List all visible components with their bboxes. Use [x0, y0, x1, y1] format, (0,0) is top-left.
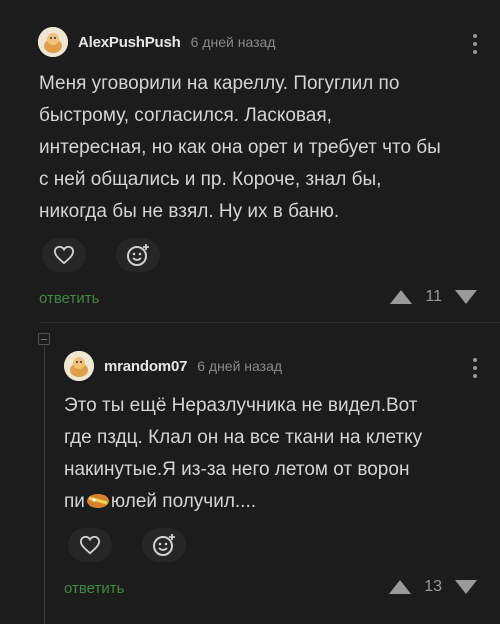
avatar-image — [38, 27, 68, 57]
avatar[interactable] — [38, 27, 68, 57]
add-emoji-button[interactable] — [142, 528, 186, 562]
text-fragment: пи — [64, 491, 85, 512]
comment-header: AlexPushPush 6 дней назад — [38, 27, 275, 57]
timestamp[interactable]: 6 дней назад — [197, 358, 282, 374]
reply-link[interactable]: ответить — [39, 290, 99, 307]
upvote-arrow-icon[interactable] — [389, 289, 413, 305]
downvote-arrow-icon[interactable] — [454, 579, 478, 595]
comment-text: Это ты ещё Неразлучника не видел.Вот где… — [64, 390, 422, 518]
vote-controls: 13 — [388, 578, 478, 596]
heart-icon — [53, 245, 75, 265]
comment-actions — [68, 528, 186, 562]
username[interactable]: AlexPushPush — [78, 34, 181, 51]
comment-text-line: никогда бы не взял. Ну их в баню. — [39, 201, 340, 222]
downvote-arrow-icon[interactable] — [454, 289, 478, 305]
more-vertical-icon[interactable] — [472, 34, 478, 54]
comment-text-line: Это ты ещё Неразлучника не видел.Вот — [64, 395, 418, 416]
comment-text-line: накинутые.Я из-за него летом от ворон — [64, 459, 410, 480]
add-emoji-icon — [153, 534, 175, 556]
comment-text-line: где пздц. Клал он на все ткани на клетку — [64, 427, 423, 448]
add-emoji-icon — [127, 244, 149, 266]
censor-sticker-icon — [86, 494, 109, 508]
divider — [40, 322, 500, 323]
avatar-image — [64, 351, 94, 381]
text-fragment: юлей получил.... — [110, 491, 257, 512]
timestamp[interactable]: 6 дней назад — [191, 34, 276, 50]
avatar[interactable] — [64, 351, 94, 381]
more-vertical-icon[interactable] — [472, 358, 478, 378]
comment-text-line: с ней общались и пр. Короче, знал бы, — [39, 169, 382, 190]
comment-text-line: интересная, но как она орет и требует чт… — [39, 137, 441, 158]
comment-text-line: Меня уговорили на кареллу. Погуглил по — [39, 73, 400, 94]
comment-actions — [42, 238, 160, 272]
like-button[interactable] — [42, 238, 86, 272]
username[interactable]: mrandom07 — [104, 358, 187, 375]
add-emoji-button[interactable] — [116, 238, 160, 272]
comment-header: mrandom07 6 дней назад — [64, 351, 282, 381]
vote-count: 13 — [424, 578, 442, 595]
heart-icon — [79, 535, 101, 555]
reply-link[interactable]: ответить — [64, 580, 124, 597]
collapse-thread-button[interactable] — [38, 333, 50, 345]
comment-text-line: пи юлей получил.... — [64, 486, 422, 518]
comment-text-line: быстрому, согласился. Ласковая, — [39, 105, 332, 126]
vote-count: 11 — [425, 288, 442, 305]
upvote-arrow-icon[interactable] — [388, 579, 412, 595]
comment-text: Меня уговорили на кареллу. Погуглил по б… — [39, 68, 441, 228]
like-button[interactable] — [68, 528, 112, 562]
vote-controls: 11 — [389, 288, 478, 306]
thread-line[interactable] — [44, 346, 45, 624]
